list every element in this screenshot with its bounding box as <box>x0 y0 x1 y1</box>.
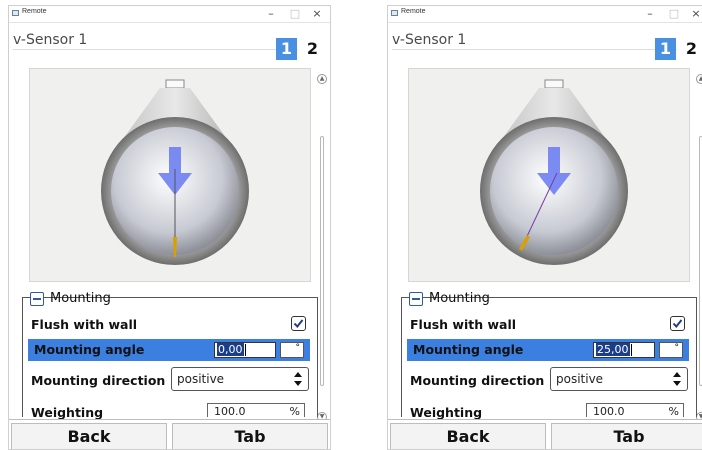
flush-with-wall-label: Flush with wall <box>410 317 517 332</box>
collapse-minus-icon[interactable] <box>30 292 44 306</box>
checkmark-icon <box>672 319 683 329</box>
weighting-unit: % <box>289 405 300 417</box>
mounting-direction-select[interactable]: positive <box>171 367 309 391</box>
sensor-mounting-illustration <box>408 68 690 282</box>
footer-bar: Back Tab <box>9 419 330 449</box>
up-down-arrows-icon <box>294 372 302 386</box>
weighting-label: Weighting <box>31 405 104 419</box>
maximize-button[interactable]: □ <box>284 6 306 22</box>
maximize-button[interactable]: □ <box>663 6 685 22</box>
app-window-icon <box>12 10 19 16</box>
sensor-mounting-illustration <box>29 68 311 282</box>
back-button[interactable]: Back <box>390 423 546 449</box>
header-divider <box>13 49 298 50</box>
tab-2[interactable]: 2 <box>302 38 323 60</box>
mounting-direction-label: Mounting direction <box>31 373 166 388</box>
close-button[interactable]: × <box>306 6 328 22</box>
mounting-direction-value: positive <box>556 372 604 386</box>
close-button[interactable]: × <box>685 6 702 22</box>
mounting-group-label: Mounting <box>50 291 111 306</box>
mounting-angle-input[interactable]: 25,00 <box>593 342 655 358</box>
weighting-unit: % <box>668 405 679 417</box>
text-caret <box>630 344 632 356</box>
remote-window-1: Remote – □ × v-Sensor 1 1 2 ▲ ▼ Mounting… <box>8 5 331 450</box>
weighting-value: 100.0 <box>593 405 625 417</box>
tab-button[interactable]: Tab <box>551 423 702 449</box>
window-title: Remote <box>22 8 47 15</box>
mounting-angle-value: 25,00 <box>596 343 630 356</box>
pipe-illustration <box>101 79 249 265</box>
tab-2[interactable]: 2 <box>681 38 702 60</box>
weighting-value: 100.0 <box>214 405 246 417</box>
minimize-button[interactable]: – <box>260 6 282 22</box>
mounting-group-header[interactable]: Mounting <box>409 290 490 308</box>
scroll-thumb[interactable] <box>320 136 324 386</box>
mounting-angle-label: Mounting angle <box>413 342 524 357</box>
mounting-angle-row[interactable]: Mounting angle 0,00 ° <box>28 339 310 361</box>
sensor-title: v-Sensor 1 <box>13 32 88 48</box>
mounting-angle-unit: ° <box>659 342 683 358</box>
title-bar[interactable]: Remote – □ × <box>9 6 330 23</box>
back-button[interactable]: Back <box>11 423 167 449</box>
window-title: Remote <box>401 8 426 15</box>
mounting-angle-row[interactable]: Mounting angle 25,00 ° <box>407 339 689 361</box>
mounting-angle-value: 0,00 <box>217 343 244 356</box>
sensor-cap <box>544 79 564 89</box>
flush-with-wall-label: Flush with wall <box>31 317 138 332</box>
mounting-direction-value: positive <box>177 372 225 386</box>
flush-with-wall-checkbox[interactable] <box>291 316 306 331</box>
header-divider <box>392 49 677 50</box>
scroll-up-icon[interactable]: ▲ <box>696 74 702 84</box>
mounting-group-header[interactable]: Mounting <box>30 290 111 308</box>
mounting-angle-input[interactable]: 0,00 <box>214 342 276 358</box>
footer-bar: Back Tab <box>388 419 702 449</box>
mounting-direction-select[interactable]: positive <box>550 367 688 391</box>
sensor-cap <box>165 79 185 89</box>
scroll-up-icon[interactable]: ▲ <box>317 74 327 84</box>
flush-with-wall-checkbox[interactable] <box>670 316 685 331</box>
pipe-illustration <box>480 79 628 265</box>
tab-1[interactable]: 1 <box>655 38 676 60</box>
mounting-angle-unit: ° <box>280 342 304 358</box>
tab-button[interactable]: Tab <box>172 423 328 449</box>
vertical-scrollbar[interactable]: ▲ ▼ <box>317 74 327 422</box>
sensor-title: v-Sensor 1 <box>392 32 467 48</box>
weighting-input[interactable]: 100.0 % <box>207 403 305 417</box>
mounting-angle-label: Mounting angle <box>34 342 145 357</box>
checkmark-icon <box>293 319 304 329</box>
collapse-minus-icon[interactable] <box>409 292 423 306</box>
text-caret <box>244 344 246 356</box>
remote-window-2: Remote – □ × v-Sensor 1 1 2 Mounting Flu… <box>387 5 702 450</box>
weighting-label: Weighting <box>410 405 483 419</box>
mounting-group-label: Mounting <box>429 291 490 306</box>
title-bar[interactable]: Remote – □ × <box>388 6 702 23</box>
tab-1[interactable]: 1 <box>276 38 297 60</box>
weighting-input[interactable]: 100.0 % <box>586 403 684 417</box>
up-down-arrows-icon <box>673 372 681 386</box>
minimize-button[interactable]: – <box>639 6 661 22</box>
app-window-icon <box>391 10 398 16</box>
mounting-direction-label: Mounting direction <box>410 373 545 388</box>
